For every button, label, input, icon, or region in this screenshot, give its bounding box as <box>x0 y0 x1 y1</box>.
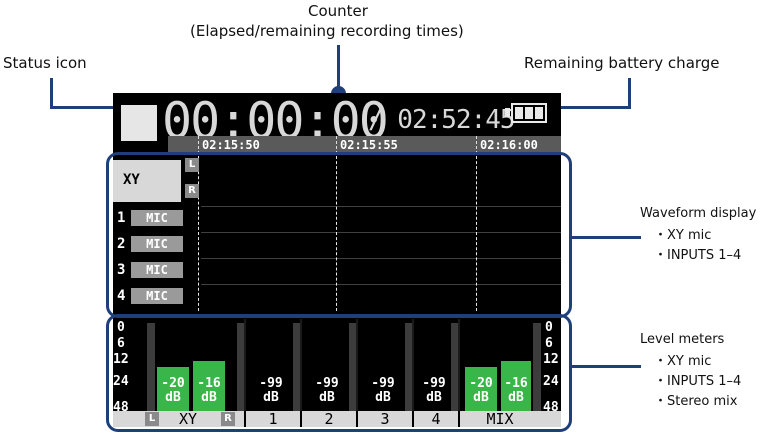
level-pointer <box>571 365 641 368</box>
counter-annotation-subtitle: (Elapsed/remaining recording times) <box>190 22 464 40</box>
battery-pointer-v <box>628 78 631 108</box>
battery-pointer-h <box>561 106 631 109</box>
level-annotation-item: ・INPUTS 1–4 <box>654 374 742 389</box>
remaining-time-counter: / 02:52:45 <box>368 105 516 135</box>
level-annotation-title: Level meters <box>640 332 725 347</box>
waveform-frame <box>106 152 572 318</box>
waveform-pointer <box>571 236 641 239</box>
counter-annotation-title: Counter <box>308 2 368 20</box>
status-pointer-h <box>50 106 116 109</box>
battery-tip <box>505 108 510 117</box>
level-annotation-item: ・XY mic <box>654 354 712 369</box>
level-annotation-item: ・Stereo mix <box>654 394 738 409</box>
battery-annotation: Remaining battery charge <box>524 54 720 72</box>
level-meters-frame <box>106 314 572 432</box>
status-icon-annotation: Status icon <box>3 54 87 72</box>
status-pointer-v <box>50 78 53 108</box>
status-icon <box>121 105 157 141</box>
waveform-annotation-item: ・INPUTS 1–4 <box>654 248 742 263</box>
waveform-annotation-title: Waveform display <box>640 206 757 221</box>
counter-pointer <box>337 45 340 90</box>
waveform-annotation-item: ・XY mic <box>654 228 712 243</box>
battery-full-icon <box>511 103 547 123</box>
